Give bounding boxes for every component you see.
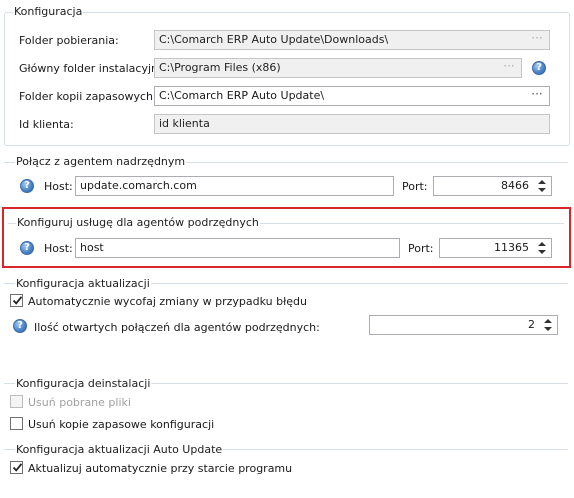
parent-host-input[interactable]: update.comarch.com xyxy=(75,176,394,196)
arrow-down-icon[interactable] xyxy=(538,188,546,192)
remove-downloaded-checkbox[interactable] xyxy=(10,395,23,408)
install-folder-value: C:\Program Files (x86) xyxy=(159,61,281,74)
child-host-input[interactable]: host xyxy=(75,238,400,258)
parent-port-stepper[interactable]: 8466 xyxy=(433,176,552,196)
remove-backups-checkbox[interactable] xyxy=(10,417,23,430)
help-icon[interactable]: ? xyxy=(20,241,34,255)
browse-install-folder-button[interactable]: ··· xyxy=(498,60,520,76)
backup-folder-label: Folder kopii zapasowych: xyxy=(19,90,157,103)
update-config-legend: Konfiguracja aktualizacji xyxy=(15,277,151,290)
browse-download-folder-button[interactable]: ··· xyxy=(526,32,548,48)
child-port-label: Port: xyxy=(408,242,434,255)
help-icon[interactable]: ? xyxy=(13,319,27,333)
checkmark-icon xyxy=(12,463,23,472)
arrow-down-icon[interactable] xyxy=(538,250,546,254)
child-agents-legend: Konfiguruj usługę dla agentów podrzędnyc… xyxy=(16,216,260,229)
remove-backups-label[interactable]: Usuń kopie zapasowe konfiguracji xyxy=(28,418,214,431)
rollback-checkbox[interactable] xyxy=(10,294,23,307)
backup-folder-value: C:\Comarch ERP Auto Update\ xyxy=(159,89,325,102)
download-folder-label: Folder pobierania: xyxy=(19,34,119,47)
browse-backup-folder-button[interactable]: ··· xyxy=(526,88,548,104)
child-port-spin-buttons[interactable] xyxy=(535,240,549,256)
auto-update-checkbox[interactable] xyxy=(10,461,23,474)
connections-stepper[interactable]: 2 xyxy=(369,315,558,335)
parent-host-label: Host: xyxy=(44,180,73,193)
arrow-up-icon[interactable] xyxy=(538,180,546,184)
help-icon[interactable]: ? xyxy=(532,61,546,75)
rollback-label[interactable]: Automatycznie wycofaj zmiany w przypadku… xyxy=(28,295,307,308)
parent-port-value: 8466 xyxy=(501,179,529,192)
uninstall-config-legend: Konfiguracja deinstalacji xyxy=(15,377,152,390)
backup-folder-field[interactable]: C:\Comarch ERP Auto Update\ ··· xyxy=(154,86,550,106)
child-port-stepper[interactable]: 11365 xyxy=(439,238,552,258)
checkmark-icon xyxy=(12,296,23,305)
child-host-label: Host: xyxy=(44,242,73,255)
parent-port-label: Port: xyxy=(402,180,428,193)
install-folder-field[interactable]: C:\Program Files (x86) ··· xyxy=(154,58,522,78)
auto-update-label[interactable]: Aktualizuj automatycznie przy starcie pr… xyxy=(28,462,292,475)
client-id-field[interactable]: id klienta xyxy=(154,114,550,134)
download-folder-field[interactable]: C:\Comarch ERP Auto Update\Downloads\ ··… xyxy=(154,30,550,50)
autoupdate-config-legend: Konfiguracja aktualizacji Auto Update xyxy=(15,443,224,456)
download-folder-value: C:\Comarch ERP Auto Update\Downloads\ xyxy=(159,33,389,46)
connections-spin-buttons[interactable] xyxy=(541,317,555,333)
client-id-label: Id klienta: xyxy=(19,118,74,131)
remove-downloaded-label: Usuń pobrane pliki xyxy=(28,396,131,409)
parent-agent-legend: Połącz z agentem nadrzędnym xyxy=(15,155,187,168)
install-folder-label: Główny folder instalacyjny: xyxy=(19,62,168,75)
arrow-up-icon[interactable] xyxy=(538,242,546,246)
client-id-value: id klienta xyxy=(159,117,210,130)
konfiguracja-legend: Konfiguracja xyxy=(13,5,84,18)
connections-label: Ilość otwartych połączeń dla agentów pod… xyxy=(34,321,320,334)
child-port-value: 11365 xyxy=(494,241,529,254)
arrow-up-icon[interactable] xyxy=(544,319,552,323)
help-icon[interactable]: ? xyxy=(20,179,34,193)
arrow-down-icon[interactable] xyxy=(544,327,552,331)
connections-value: 2 xyxy=(528,318,535,331)
parent-port-spin-buttons[interactable] xyxy=(535,178,549,194)
